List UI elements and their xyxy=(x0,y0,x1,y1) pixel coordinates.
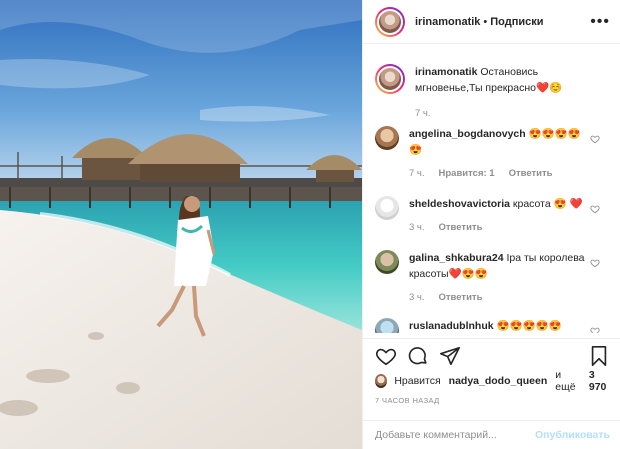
comment-item: galina_shkabura24 Ipa ты королева красот… xyxy=(363,250,620,306)
commenter-username[interactable]: galina_shkabura24 xyxy=(409,252,504,264)
likes-prefix: Нравится xyxy=(394,375,441,387)
heart-icon[interactable] xyxy=(375,345,397,367)
commenter-avatar[interactable] xyxy=(375,250,399,274)
comment-item: ruslanadublnhuk 😍😍😍😍😍 xyxy=(363,318,620,333)
comment-like-heart-icon[interactable] xyxy=(590,258,600,268)
commenter-username[interactable]: ruslanadublnhuk xyxy=(409,320,494,332)
comment-likes-count[interactable]: Нравится: 1 xyxy=(439,166,495,182)
reply-button[interactable]: Ответить xyxy=(439,290,483,306)
comment-time[interactable]: 3 ч. xyxy=(409,290,425,306)
comments-list[interactable]: irinamonatik Остановись мгновенье,Ты пре… xyxy=(363,50,620,333)
commenter-username[interactable]: sheldeshovavictoria xyxy=(409,198,510,210)
comment-text: красота 😍 ❤️ xyxy=(512,198,583,210)
following-button[interactable]: Подписки xyxy=(490,16,543,28)
publish-button[interactable]: Опубликовать xyxy=(535,429,610,441)
comment-icon[interactable] xyxy=(407,345,429,367)
likes-middle: и ещё xyxy=(555,369,576,393)
reply-button[interactable]: Ответить xyxy=(439,220,483,236)
caption-time[interactable]: 7 ч. xyxy=(415,106,431,122)
bookmark-icon[interactable] xyxy=(588,345,610,367)
commenter-avatar[interactable] xyxy=(375,318,399,333)
caption-author-avatar[interactable] xyxy=(375,64,405,94)
liker-avatar[interactable] xyxy=(375,374,388,388)
comment-text: 😍😍😍😍😍 xyxy=(496,320,562,332)
caption-author-username[interactable]: irinamonatik xyxy=(415,66,477,78)
comment-like-heart-icon[interactable] xyxy=(590,204,600,214)
comment-like-heart-icon[interactable] xyxy=(590,134,600,144)
comment-time[interactable]: 7 ч. xyxy=(409,166,425,182)
likes-summary: Нравится nadya_dodo_queen и ещё 3 970 xyxy=(375,369,612,393)
reply-button[interactable]: Ответить xyxy=(509,166,553,182)
post-action-bar xyxy=(363,338,620,372)
comment-time[interactable]: 3 ч. xyxy=(409,220,425,236)
share-icon[interactable] xyxy=(439,345,461,367)
caption: irinamonatik Остановись мгновенье,Ты пре… xyxy=(363,64,620,122)
commenter-avatar[interactable] xyxy=(375,126,399,150)
post-sidebar: irinamonatik • Подписки ••• irinamonatik… xyxy=(362,0,620,449)
add-comment-bar: Опубликовать xyxy=(363,420,620,449)
comment-input[interactable] xyxy=(375,429,536,441)
author-avatar[interactable] xyxy=(375,6,405,37)
comment-like-heart-icon[interactable] xyxy=(590,326,600,333)
commenter-username[interactable]: angelina_bogdanovych xyxy=(409,128,526,140)
comment-item: sheldeshovavictoria красота 😍 ❤️ 3 ч. От… xyxy=(363,196,620,236)
beach-scene-image xyxy=(0,0,362,449)
commenter-avatar[interactable] xyxy=(375,196,399,220)
liker-username[interactable]: nadya_dodo_queen xyxy=(449,375,548,387)
more-options-icon[interactable]: ••• xyxy=(590,13,610,31)
post-header: irinamonatik • Подписки ••• xyxy=(363,0,620,44)
post-timestamp[interactable]: 7 ЧАСОВ НАЗАД xyxy=(375,396,440,405)
author-username[interactable]: irinamonatik xyxy=(415,16,480,28)
likes-count[interactable]: 3 970 xyxy=(589,369,612,393)
comment-item: angelina_bogdanovych 😍😍😍😍😍 7 ч. Нравится… xyxy=(363,126,620,182)
separator-dot: • xyxy=(483,15,488,28)
post-photo[interactable] xyxy=(0,0,362,449)
